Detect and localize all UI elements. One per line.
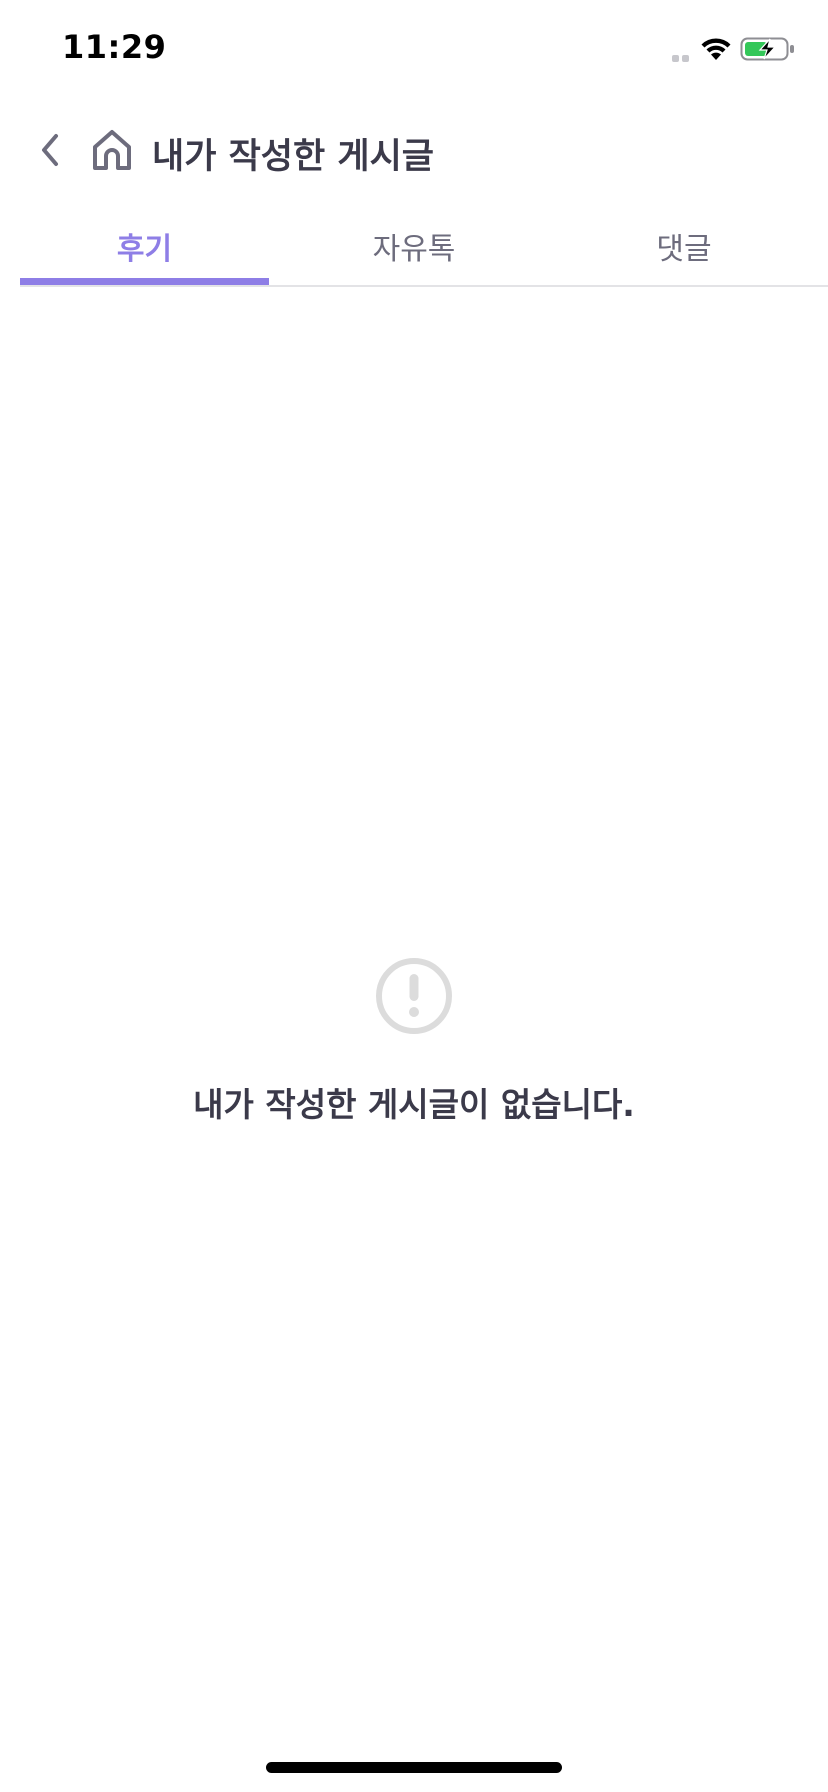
- tab-reviews-label: 후기: [116, 232, 173, 267]
- page-title: 내가 작성한 게시글: [152, 137, 434, 177]
- status-time: 11:29: [62, 28, 167, 66]
- home-indicator[interactable]: [266, 1762, 562, 1773]
- back-button[interactable]: [30, 128, 70, 172]
- exclamation-circle-icon: [376, 958, 452, 1034]
- tab-divider: [20, 285, 828, 287]
- empty-state-message: 내가 작성한 게시글이 없습니다.: [193, 1085, 635, 1124]
- tab-reviews[interactable]: 후기: [20, 210, 269, 286]
- tab-free-talk-label: 자유톡: [372, 232, 456, 267]
- cellular-signal-icon: [672, 55, 689, 62]
- tab-bar: 후기 자유톡 댓글: [0, 210, 828, 286]
- header: 내가 작성한 게시글: [0, 110, 828, 190]
- home-icon[interactable]: [88, 126, 136, 174]
- wifi-icon: [701, 38, 731, 60]
- screen: 11:29 내가 작성한 게시글 후기 자유톡 댓글 내가 작성한 게시글이 없…: [0, 0, 828, 1792]
- tab-comments-label: 댓글: [656, 232, 712, 267]
- battery-charging-icon: [740, 37, 794, 61]
- status-bar: 11:29: [0, 0, 828, 96]
- tab-free-talk[interactable]: 자유톡: [290, 210, 538, 286]
- tab-comments[interactable]: 댓글: [560, 210, 808, 286]
